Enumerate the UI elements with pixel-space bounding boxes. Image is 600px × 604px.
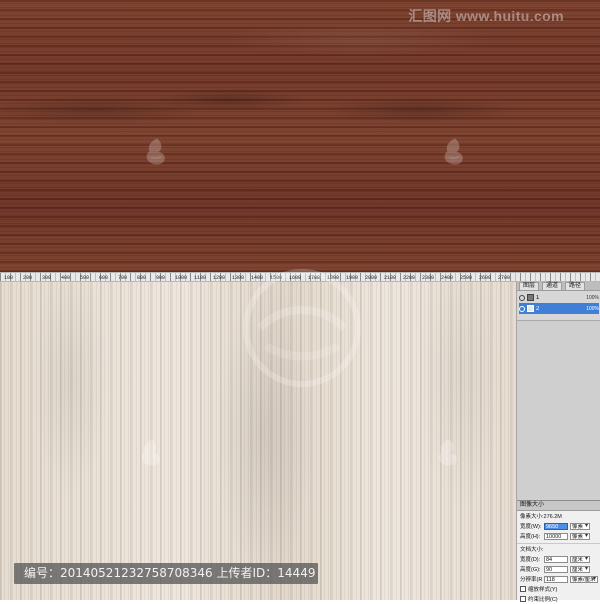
doc-height-row: 高度(G): 90 厘米: [517, 564, 600, 574]
layer-name: 2: [536, 305, 540, 312]
doc-height-unit-select[interactable]: 厘米: [570, 565, 590, 573]
caption-bar: 编号：20140521232758708346 上传者ID：14449: [14, 563, 318, 584]
width-unit-select[interactable]: 像素: [570, 522, 590, 530]
doc-width-label: 宽度(D):: [520, 557, 541, 563]
constrain-proportions-checkbox[interactable]: [520, 596, 526, 602]
scale-styles-label: 缩放样式(Y): [528, 587, 558, 593]
constrain-proportions-row[interactable]: 约束比例(C): [517, 594, 600, 604]
layers-panel: 图层 通道 路径 1 100% 2 100%: [517, 281, 600, 321]
layer-opacity: 100%: [586, 294, 599, 301]
image-size-dialog: 图像大小 像素大小:276.2M 宽度(W): 9650 像素 高度(H): 1…: [517, 500, 600, 603]
eye-icon[interactable]: [519, 305, 525, 312]
pixel-dimensions-row: 像素大小:276.2M: [517, 511, 600, 521]
height-label: 高度(H):: [520, 534, 541, 540]
doc-width-unit-select[interactable]: 厘米: [570, 555, 590, 563]
tab-layers[interactable]: 图层: [519, 281, 540, 291]
width-input[interactable]: 9650: [544, 522, 568, 530]
resolution-unit-select[interactable]: 像素/厘米: [570, 575, 598, 583]
document-size-label: 文档大小:: [520, 547, 544, 553]
light-wood-texture: [0, 282, 516, 600]
layer-thumbnail: [527, 305, 534, 312]
document-size-row: 文档大小:: [517, 544, 600, 554]
resolution-input[interactable]: 118: [544, 575, 568, 583]
dialog-title: 图像大小: [517, 501, 600, 511]
doc-width-input[interactable]: 84: [544, 555, 568, 563]
tab-channels[interactable]: 通道: [542, 281, 563, 291]
layer-row-selected[interactable]: 2 100%: [519, 303, 599, 314]
height-input[interactable]: 10000: [544, 532, 568, 540]
document-size-section: 文档大小: 宽度(D): 84 厘米 高度(G): 90 厘米 分辨率(R): …: [517, 543, 600, 584]
width-row: 宽度(W): 9650 像素: [517, 521, 600, 531]
layers-panel-tabs: 图层 通道 路径: [517, 281, 600, 291]
eye-icon[interactable]: [519, 294, 525, 301]
caption-text: 编号：20140521232758708346 上传者ID：14449: [24, 566, 316, 580]
layer-opacity: 100%: [586, 305, 599, 312]
height-row: 高度(H): 10000 像素: [517, 531, 600, 541]
layer-thumbnail: [527, 294, 534, 301]
horizontal-ruler: 100 200 300 400 500 600 700 800 900 1000 1100 1200 1…: [0, 272, 600, 282]
resolution-label: 分辨率(R):: [520, 577, 542, 583]
dark-wood-texture: [0, 0, 600, 272]
scale-styles-row[interactable]: 缩放样式(Y): [517, 584, 600, 594]
constrain-proportions-label: 约束比例(C): [528, 597, 558, 603]
doc-height-input[interactable]: 90: [544, 565, 568, 573]
scale-styles-checkbox[interactable]: [520, 586, 526, 592]
right-panel: 图层 通道 路径 1 100% 2 100% 图像大小 像素大小:276.2M …: [516, 281, 600, 603]
doc-height-label: 高度(G):: [520, 567, 541, 573]
layer-row[interactable]: 1 100%: [519, 292, 599, 303]
layer-name: 1: [536, 294, 540, 301]
pixel-dimensions-label: 像素大小:276.2M: [520, 514, 562, 520]
width-label: 宽度(W):: [520, 524, 542, 530]
doc-width-row: 宽度(D): 84 厘米: [517, 554, 600, 564]
height-unit-select[interactable]: 像素: [570, 532, 590, 540]
resolution-row: 分辨率(R): 118 像素/厘米: [517, 574, 600, 584]
tab-paths[interactable]: 路径: [565, 281, 586, 291]
